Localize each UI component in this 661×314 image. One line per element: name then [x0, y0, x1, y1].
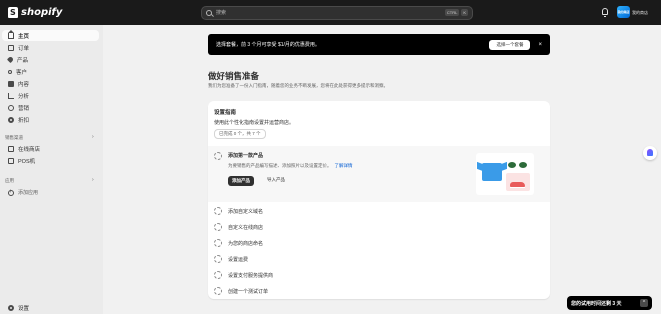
discount-icon — [8, 116, 14, 123]
sidebar-item-label: 客户 — [16, 69, 28, 76]
task-label: 创建一个测试订单 — [228, 289, 269, 295]
import-products-button[interactable]: 导入产品 — [267, 177, 285, 183]
plan-banner: 选择套餐，前 3 个月可享受 $1/月的优惠费用。 选择一个套餐 × — [208, 34, 550, 55]
sidebar-item-add-app[interactable]: 添加应用 — [2, 187, 99, 198]
task-row[interactable]: 设置运费 — [208, 251, 550, 267]
bar-chart-icon — [8, 92, 14, 99]
banner-text: 选择套餐，前 3 个月可享受 $1/月的优惠费用。 — [216, 42, 320, 48]
choose-plan-button[interactable]: 选择一个套餐 — [489, 39, 531, 50]
add-circle-icon — [8, 189, 14, 196]
home-icon — [8, 29, 14, 39]
page-subtitle: 我们为您准备了一份入门指南，随着您的业务不断发展，您将在此处获得更多提示和洞察。 — [208, 83, 388, 88]
task-description: 为要销售的产品编写描述、添加照片以及设置定价。 了解详情 — [228, 163, 353, 169]
target-icon — [8, 104, 14, 111]
tag-icon — [6, 55, 15, 64]
task-label: 为您的商店命名 — [228, 241, 264, 247]
store-name[interactable]: 我的商店 — [632, 10, 648, 16]
store-avatar[interactable]: 我的商店 — [617, 6, 630, 18]
sidebar-item-orders[interactable]: 订单 — [2, 42, 99, 53]
brand-name: shopify — [21, 7, 63, 18]
sidebar-item-label: 营销 — [18, 105, 30, 112]
products-illustration — [476, 153, 534, 195]
shoe-card — [506, 173, 530, 191]
person-icon — [8, 69, 12, 74]
shopify-bag-icon — [8, 7, 18, 18]
sidebar: 主页 订单 产品 客户 内容 分析 营销 折扣 销售渠道 › 在线商店 POS机… — [0, 25, 103, 314]
store-icon — [8, 145, 14, 152]
search-input[interactable]: 搜索 CTRL K — [201, 5, 473, 20]
sidebar-item-label: 分析 — [18, 93, 30, 100]
shortcut-k: K — [461, 9, 468, 16]
task-label: 设置运费 — [228, 257, 249, 263]
shopify-logo[interactable]: shopify — [8, 7, 193, 18]
task-description-text: 为要销售的产品编写描述、添加照片以及设置定价。 — [228, 163, 332, 168]
gear-icon — [8, 304, 14, 311]
tshirt-icon — [482, 163, 502, 181]
setup-guide-card: 设置指南 使用此个性化指南设置并运营商店。 已完成 0 个，共 7 个 添加第一… — [208, 101, 550, 299]
task-title[interactable]: 添加第一款产品 — [228, 152, 263, 159]
sidebar-item-pos[interactable]: POS机 — [2, 155, 99, 166]
setup-guide-description: 使用此个性化指南设置并运营商店。 — [214, 120, 295, 126]
document-icon — [8, 80, 14, 87]
sidebar-item-online-store[interactable]: 在线商店 — [2, 143, 99, 154]
close-icon[interactable]: × — [538, 42, 542, 48]
task-status-circle-icon[interactable] — [214, 255, 222, 263]
task-status-circle-icon[interactable] — [214, 239, 222, 247]
sidebar-item-label: 主页 — [18, 33, 30, 40]
task-row[interactable]: 创建一个测试订单 — [208, 283, 550, 299]
task-status-circle-icon[interactable] — [214, 287, 222, 295]
sunglasses-icon — [508, 162, 528, 169]
sidebar-item-label: 产品 — [17, 57, 29, 64]
task-row[interactable]: 为您的商店命名 — [208, 235, 550, 251]
notification-bell-icon[interactable] — [602, 8, 608, 17]
sidebar-item-content[interactable]: 内容 — [2, 78, 99, 89]
sidebar-item-discounts[interactable]: 折扣 — [2, 114, 99, 125]
sidebar-item-label: 折扣 — [18, 117, 30, 124]
task-status-circle-icon[interactable] — [214, 152, 222, 160]
search-placeholder: 搜索 — [216, 10, 227, 16]
inbox-icon — [8, 44, 14, 51]
task-status-circle-icon[interactable] — [214, 223, 222, 231]
sales-channels-label[interactable]: 销售渠道 — [5, 135, 23, 141]
task-row[interactable]: 添加自定义域名 — [208, 203, 550, 219]
sidebar-item-products[interactable]: 产品 — [2, 54, 99, 65]
task-add-product-expanded: 添加第一款产品 为要销售的产品编写描述、添加照片以及设置定价。 了解详情 添加产品… — [208, 146, 550, 202]
add-product-button[interactable]: 添加产品 — [228, 176, 254, 186]
trial-status-bar: 您的试用时间还剩 3 天 ^ — [567, 296, 652, 310]
trial-remaining-text[interactable]: 您的试用时间还剩 3 天 — [571, 300, 640, 307]
task-label: 设置支付服务提供商 — [228, 273, 274, 279]
sneaker-icon — [510, 182, 525, 188]
pos-icon — [8, 157, 14, 164]
sidebar-item-label: POS机 — [18, 158, 36, 165]
sidekick-assistant-icon[interactable] — [643, 146, 657, 160]
sidebar-item-label: 设置 — [18, 305, 30, 312]
task-row[interactable]: 自定义在线商店 — [208, 219, 550, 235]
sidebar-item-customers[interactable]: 客户 — [2, 66, 99, 77]
sidebar-item-label: 订单 — [18, 45, 30, 52]
sidebar-item-label: 内容 — [18, 81, 30, 88]
sidebar-item-label: 添加应用 — [18, 190, 39, 196]
task-row[interactable]: 设置支付服务提供商 — [208, 267, 550, 283]
sidebar-item-analytics[interactable]: 分析 — [2, 90, 99, 101]
chevron-up-icon[interactable]: ^ — [640, 299, 648, 307]
task-label: 自定义在线商店 — [228, 225, 264, 231]
chevron-right-icon[interactable]: › — [92, 134, 94, 140]
sidebar-item-settings[interactable]: 设置 — [2, 302, 99, 313]
search-icon — [206, 9, 212, 16]
chevron-right-icon[interactable]: › — [92, 177, 94, 183]
task-label: 添加自定义域名 — [228, 209, 264, 215]
setup-guide-title: 设置指南 — [214, 110, 237, 116]
sidebar-item-home[interactable]: 主页 — [2, 29, 99, 41]
sidebar-item-marketing[interactable]: 营销 — [2, 102, 99, 113]
sidebar-item-label: 在线商店 — [18, 146, 41, 153]
apps-label[interactable]: 应用 — [5, 178, 14, 184]
task-status-circle-icon[interactable] — [214, 207, 222, 215]
shortcut-ctrl: CTRL — [444, 9, 460, 16]
page-title: 做好销售准备 — [208, 71, 260, 81]
top-bar: shopify 搜索 CTRL K — [0, 0, 661, 25]
progress-badge: 已完成 0 个，共 7 个 — [214, 129, 266, 139]
task-status-circle-icon[interactable] — [214, 271, 222, 279]
learn-more-link[interactable]: 了解详情 — [335, 163, 353, 168]
